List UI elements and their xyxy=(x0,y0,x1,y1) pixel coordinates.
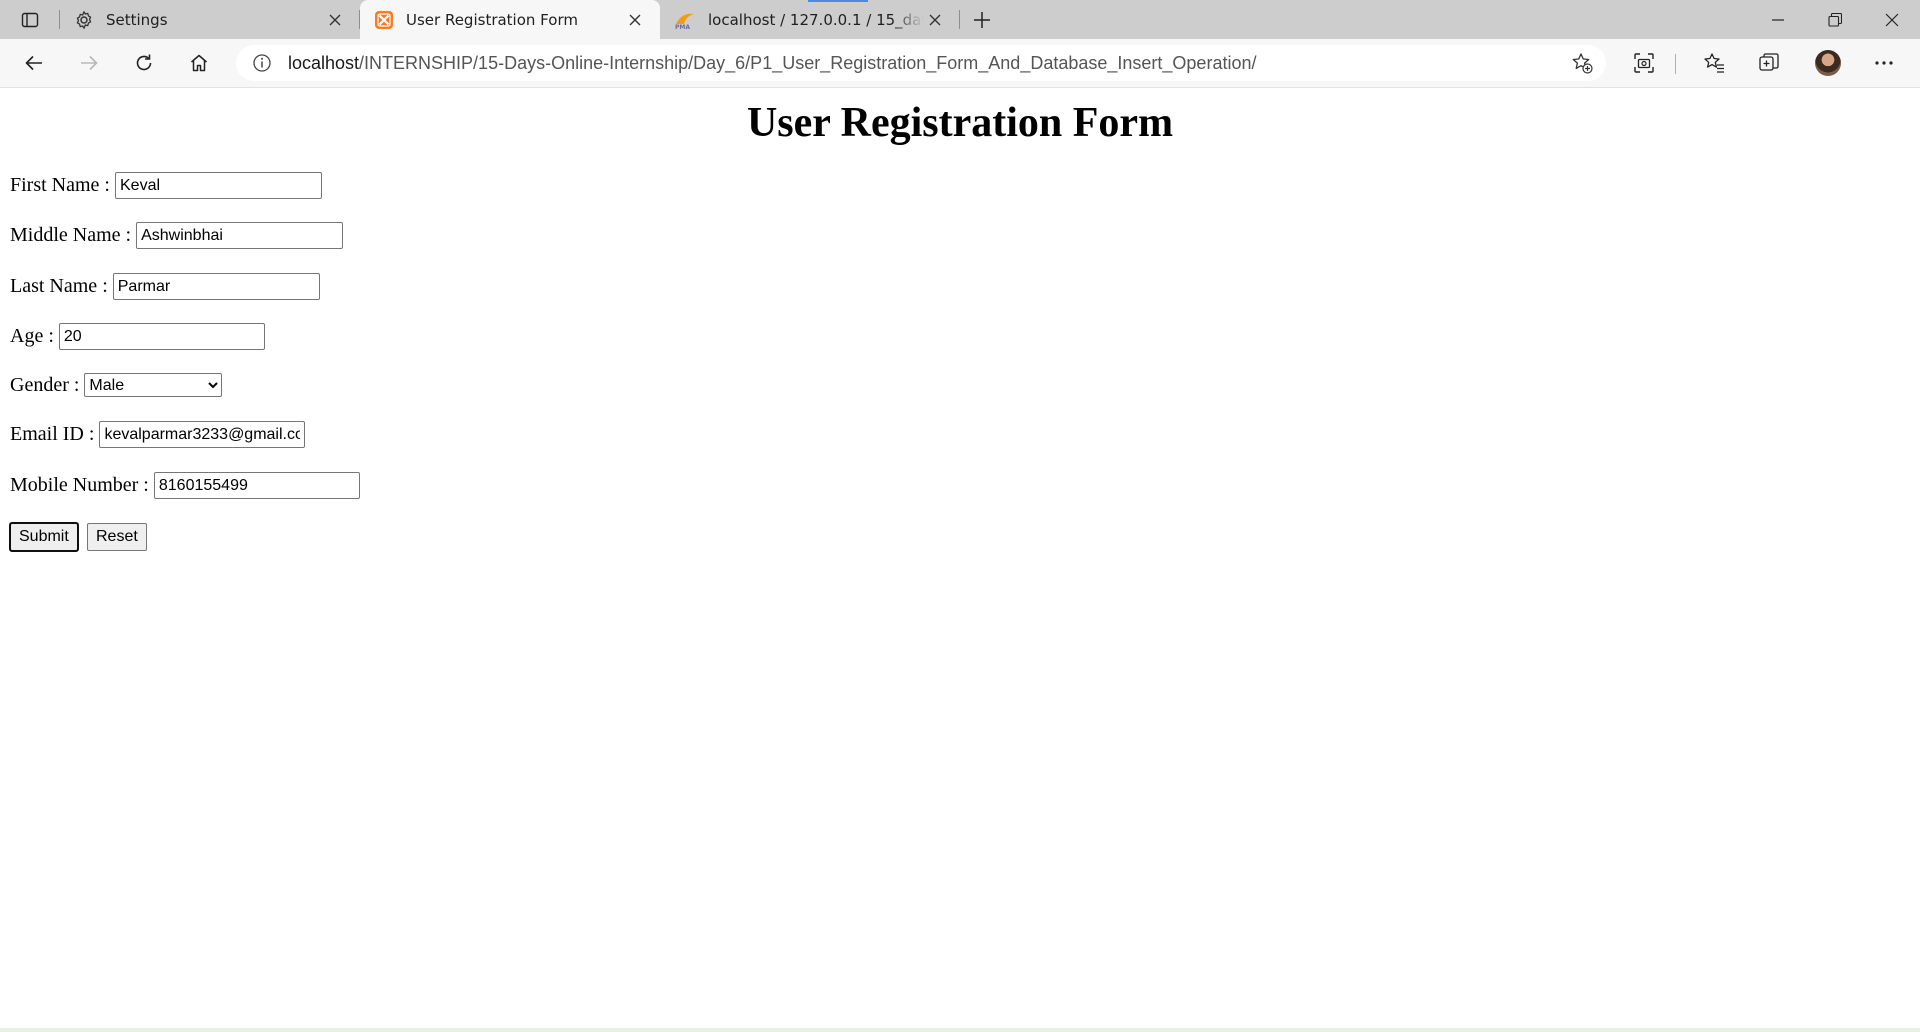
refresh-icon xyxy=(134,53,154,73)
window-controls xyxy=(1749,0,1920,39)
tab-title: User Registration Form xyxy=(406,10,578,29)
vertical-tabs-icon xyxy=(21,11,39,29)
first-name-label: First Name : xyxy=(10,174,110,196)
forward-arrow-icon xyxy=(79,53,99,73)
page-content: User Registration Form First Name : Midd… xyxy=(0,89,1920,1029)
gender-select[interactable]: Male xyxy=(84,373,223,397)
toolbar-divider xyxy=(1675,54,1676,74)
home-button[interactable] xyxy=(181,47,217,79)
more-options-icon xyxy=(1874,60,1894,66)
address-bar[interactable]: localhost/INTERNSHIP/15-Days-Online-Inte… xyxy=(236,45,1606,81)
mobile-input[interactable] xyxy=(153,472,360,499)
first-name-input[interactable] xyxy=(115,172,322,199)
middle-name-input[interactable] xyxy=(136,222,344,249)
favorites-button[interactable] xyxy=(1696,47,1732,79)
tab-strip: Settings User Registration Form PMA loca… xyxy=(0,0,1920,39)
tab-user-registration-form[interactable]: User Registration Form xyxy=(360,0,660,39)
email-label: Email ID : xyxy=(10,423,95,445)
navigation-bar: localhost/INTERNSHIP/15-Days-Online-Inte… xyxy=(0,39,1920,88)
close-tab-icon[interactable] xyxy=(324,9,346,31)
age-row: Age : xyxy=(10,323,265,350)
tab-title: Settings xyxy=(106,10,168,29)
plus-icon xyxy=(973,11,991,29)
xampp-icon xyxy=(374,10,394,30)
settings-menu-button[interactable] xyxy=(1866,47,1902,79)
home-icon xyxy=(189,53,209,73)
url-text[interactable]: localhost/INTERNSHIP/15-Days-Online-Inte… xyxy=(288,53,1558,74)
info-icon xyxy=(252,53,272,73)
tab-loading-indicator xyxy=(808,0,868,2)
refresh-button[interactable] xyxy=(126,47,162,79)
mobile-row: Mobile Number : xyxy=(10,472,360,499)
restore-button[interactable] xyxy=(1806,0,1863,39)
collections-button[interactable] xyxy=(1751,47,1787,79)
last-name-label: Last Name : xyxy=(10,275,108,297)
collections-icon xyxy=(1758,52,1780,74)
web-capture-button[interactable] xyxy=(1626,47,1662,79)
mobile-label: Mobile Number : xyxy=(10,474,149,496)
middle-name-row: Middle Name : xyxy=(10,222,344,249)
tab-title: localhost / 127.0.0.1 / 15_days_in xyxy=(708,10,924,29)
star-add-icon xyxy=(1571,52,1593,74)
last-name-row: Last Name : xyxy=(10,273,320,300)
profile-avatar[interactable] xyxy=(1815,50,1841,76)
minimize-button[interactable] xyxy=(1749,0,1806,39)
age-label: Age : xyxy=(10,325,54,347)
close-tab-icon[interactable] xyxy=(624,9,646,31)
screenshot-icon xyxy=(1633,52,1655,74)
back-arrow-icon xyxy=(24,53,44,73)
close-window-button[interactable] xyxy=(1863,0,1920,39)
new-tab-button[interactable] xyxy=(960,0,1004,39)
gear-icon xyxy=(74,10,94,30)
tab-actions-button[interactable] xyxy=(0,0,60,39)
url-host: localhost xyxy=(288,52,360,73)
add-favorite-button[interactable] xyxy=(1558,52,1606,74)
close-tab-icon[interactable] xyxy=(924,9,946,31)
close-icon xyxy=(1885,13,1899,27)
gender-row: Gender : Male xyxy=(10,373,223,397)
email-row: Email ID : xyxy=(10,421,306,448)
favorites-icon xyxy=(1703,52,1725,74)
back-button[interactable] xyxy=(16,47,52,79)
email-input[interactable] xyxy=(99,421,306,448)
minimize-icon xyxy=(1771,14,1784,26)
phpmyadmin-icon: PMA xyxy=(674,10,696,30)
tab-settings[interactable]: Settings xyxy=(60,0,360,39)
site-info-button[interactable] xyxy=(236,53,288,73)
first-name-row: First Name : xyxy=(10,172,322,199)
bottom-edge xyxy=(0,1028,1920,1032)
submit-button[interactable]: Submit xyxy=(9,522,79,552)
gender-label: Gender : xyxy=(10,373,80,396)
last-name-input[interactable] xyxy=(112,273,320,300)
reset-button[interactable]: Reset xyxy=(87,523,147,551)
middle-name-label: Middle Name : xyxy=(10,224,132,246)
forward-button[interactable] xyxy=(71,47,107,79)
restore-icon xyxy=(1827,12,1842,27)
tab-phpmyadmin[interactable]: PMA localhost / 127.0.0.1 / 15_days_in xyxy=(660,0,960,39)
svg-text:PMA: PMA xyxy=(675,24,690,30)
url-path: /INTERNSHIP/15-Days-Online-Internship/Da… xyxy=(359,52,1257,73)
age-input[interactable] xyxy=(58,323,265,350)
page-title: User Registration Form xyxy=(746,100,1174,146)
